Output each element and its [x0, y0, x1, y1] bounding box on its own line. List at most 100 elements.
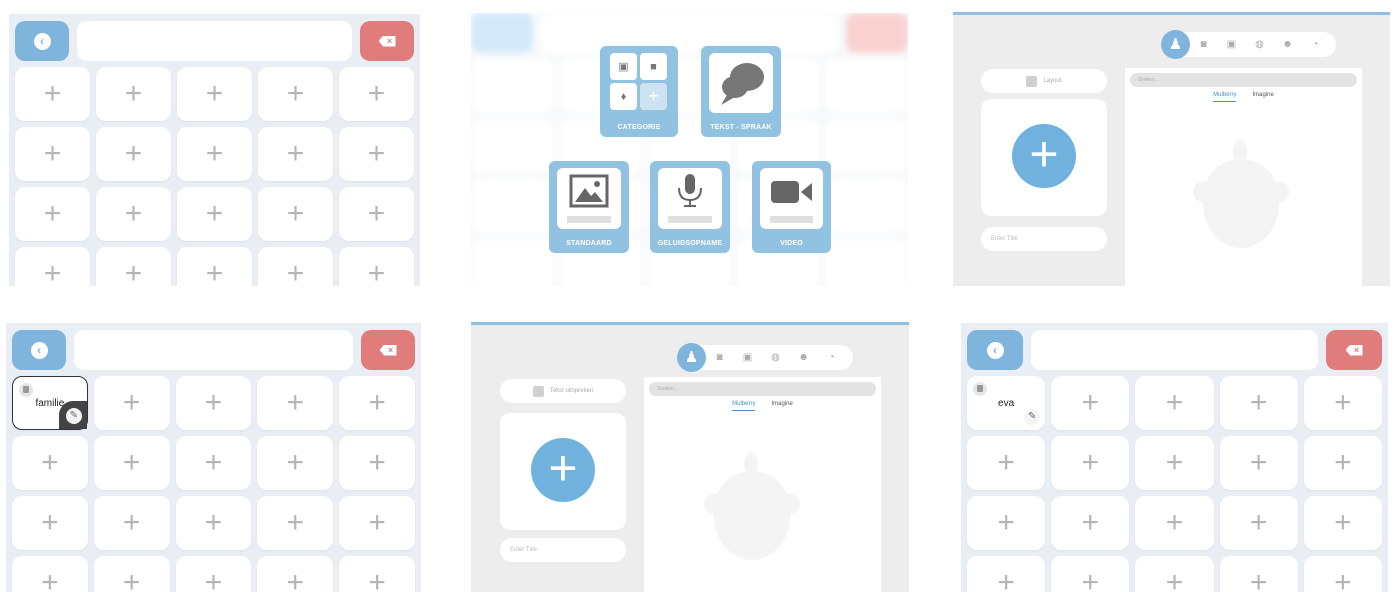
person-icon[interactable]: ♟: [1161, 30, 1190, 59]
type-geluidsopname-button[interactable]: GELUIDSOPNAME: [650, 161, 730, 253]
add-tile-button[interactable]: +: [339, 556, 415, 592]
add-tile-button[interactable]: +: [257, 556, 334, 592]
back-button[interactable]: ‹: [15, 21, 69, 61]
add-tile-button[interactable]: +: [177, 67, 252, 121]
add-tile-button[interactable]: +: [15, 247, 90, 286]
type-categorie-button[interactable]: ▣ ■ ♦ + CATEGORIE: [600, 46, 678, 137]
add-tile-button[interactable]: +: [258, 187, 333, 241]
palette-icon[interactable]: ◔: [1307, 36, 1324, 53]
add-tile-button[interactable]: +: [1135, 436, 1214, 490]
add-tile-button[interactable]: +: [177, 187, 252, 241]
camera-icon[interactable]: ◙: [711, 349, 728, 366]
add-tile-button[interactable]: +: [257, 376, 334, 430]
title-input[interactable]: Enter Title: [981, 227, 1107, 251]
category-tile-eva[interactable]: eva ✎: [967, 376, 1046, 430]
add-tile-button[interactable]: +: [967, 496, 1046, 550]
add-tile-button[interactable]: +: [1051, 556, 1130, 592]
add-tile-button[interactable]: +: [258, 67, 333, 121]
add-tile-button[interactable]: +: [175, 556, 252, 592]
add-tile-button[interactable]: +: [1051, 436, 1130, 490]
add-tile-button[interactable]: +: [12, 556, 88, 592]
camera-icon[interactable]: ◙: [1195, 36, 1212, 53]
type-tekst-spraak-button[interactable]: TEKST - SPRAAK: [701, 46, 781, 137]
add-tile-button[interactable]: +: [96, 127, 171, 181]
add-tile-button[interactable]: +: [93, 376, 170, 430]
title-input[interactable]: Enter Title: [500, 538, 626, 562]
add-tile-button[interactable]: +: [12, 436, 88, 490]
add-tile-button[interactable]: +: [967, 556, 1046, 592]
sentence-field[interactable]: [74, 330, 353, 370]
add-tile-button[interactable]: +: [257, 436, 334, 490]
layout-button[interactable]: Layout: [981, 69, 1107, 93]
add-tile-button[interactable]: +: [12, 496, 88, 550]
add-tile-button[interactable]: +: [96, 187, 171, 241]
smiley-icon[interactable]: ☻: [1279, 36, 1296, 53]
add-tile-button[interactable]: +: [339, 247, 414, 286]
add-tile-button[interactable]: +: [1135, 376, 1214, 430]
search-input[interactable]: Zoeken...: [649, 382, 876, 396]
add-tile-button[interactable]: +: [175, 376, 252, 430]
tile-image-picker[interactable]: +: [981, 99, 1107, 216]
tab-mulberry[interactable]: Mulberry: [1213, 92, 1237, 102]
person-icon[interactable]: ♟: [677, 343, 706, 372]
add-tile-button[interactable]: +: [15, 187, 90, 241]
add-tile-button[interactable]: +: [339, 187, 414, 241]
edit-brush-icon[interactable]: ✎: [1024, 409, 1041, 425]
delete-button[interactable]: ×: [361, 330, 415, 370]
add-tile-button[interactable]: +: [1051, 496, 1130, 550]
sentence-field[interactable]: [77, 21, 352, 61]
delete-button[interactable]: ×: [1326, 330, 1382, 370]
add-tile-button[interactable]: +: [93, 436, 170, 490]
image-icon[interactable]: ▣: [1223, 36, 1240, 53]
tab-imagine[interactable]: Imagine: [771, 401, 792, 410]
delete-button[interactable]: ×: [360, 21, 414, 61]
add-tile-button[interactable]: +: [177, 127, 252, 181]
add-tile-button[interactable]: +: [339, 436, 415, 490]
add-tile-button[interactable]: +: [1051, 376, 1130, 430]
add-tile-button[interactable]: +: [339, 496, 415, 550]
add-tile-button[interactable]: +: [1219, 376, 1298, 430]
add-tile-button[interactable]: +: [339, 127, 414, 181]
add-tile-button[interactable]: +: [1135, 496, 1214, 550]
tab-imagine[interactable]: Imagine: [1252, 92, 1273, 101]
add-tile-button[interactable]: +: [93, 556, 170, 592]
smiley-icon[interactable]: ☻: [795, 349, 812, 366]
add-tile-button[interactable]: +: [1219, 436, 1298, 490]
add-tile-button[interactable]: +: [15, 127, 90, 181]
search-input[interactable]: Zoeken...: [1130, 73, 1357, 87]
add-tile-button[interactable]: +: [1303, 496, 1382, 550]
add-tile-button[interactable]: +: [1219, 556, 1298, 592]
add-tile-button[interactable]: +: [96, 247, 171, 286]
add-tile-button[interactable]: +: [1303, 436, 1382, 490]
add-tile-button[interactable]: +: [258, 127, 333, 181]
add-tile-button[interactable]: +: [96, 67, 171, 121]
add-tile-button[interactable]: +: [339, 376, 415, 430]
tile-image-picker[interactable]: +: [500, 413, 626, 530]
edit-brush-icon[interactable]: ✎: [65, 408, 82, 424]
type-video-button[interactable]: VIDEO: [752, 161, 831, 253]
add-tile-button[interactable]: +: [93, 496, 170, 550]
back-button[interactable]: ‹: [12, 330, 66, 370]
add-tile-button[interactable]: +: [1303, 376, 1382, 430]
globe-icon[interactable]: ◍: [767, 349, 784, 366]
back-button[interactable]: ‹: [967, 330, 1023, 370]
add-tile-button[interactable]: +: [1219, 496, 1298, 550]
add-tile-button[interactable]: +: [257, 496, 334, 550]
add-tile-button[interactable]: +: [258, 247, 333, 286]
add-tile-button[interactable]: +: [175, 436, 252, 490]
palette-icon[interactable]: ◔: [823, 349, 840, 366]
add-tile-button[interactable]: +: [15, 67, 90, 121]
add-tile-button[interactable]: +: [175, 496, 252, 550]
type-standaard-button[interactable]: STANDAARD: [549, 161, 629, 253]
trash-icon[interactable]: [19, 383, 33, 397]
add-tile-button[interactable]: +: [1303, 556, 1382, 592]
trash-icon[interactable]: [973, 382, 987, 396]
sentence-field[interactable]: [1031, 330, 1318, 370]
add-tile-button[interactable]: +: [177, 247, 252, 286]
add-tile-button[interactable]: +: [1135, 556, 1214, 592]
image-icon[interactable]: ▣: [739, 349, 756, 366]
speak-text-button[interactable]: Tekst uitspreken: [500, 379, 626, 403]
tab-mulberry[interactable]: Mulberry: [732, 401, 756, 411]
globe-icon[interactable]: ◍: [1251, 36, 1268, 53]
category-tile-familie[interactable]: familie ✎: [12, 376, 88, 430]
